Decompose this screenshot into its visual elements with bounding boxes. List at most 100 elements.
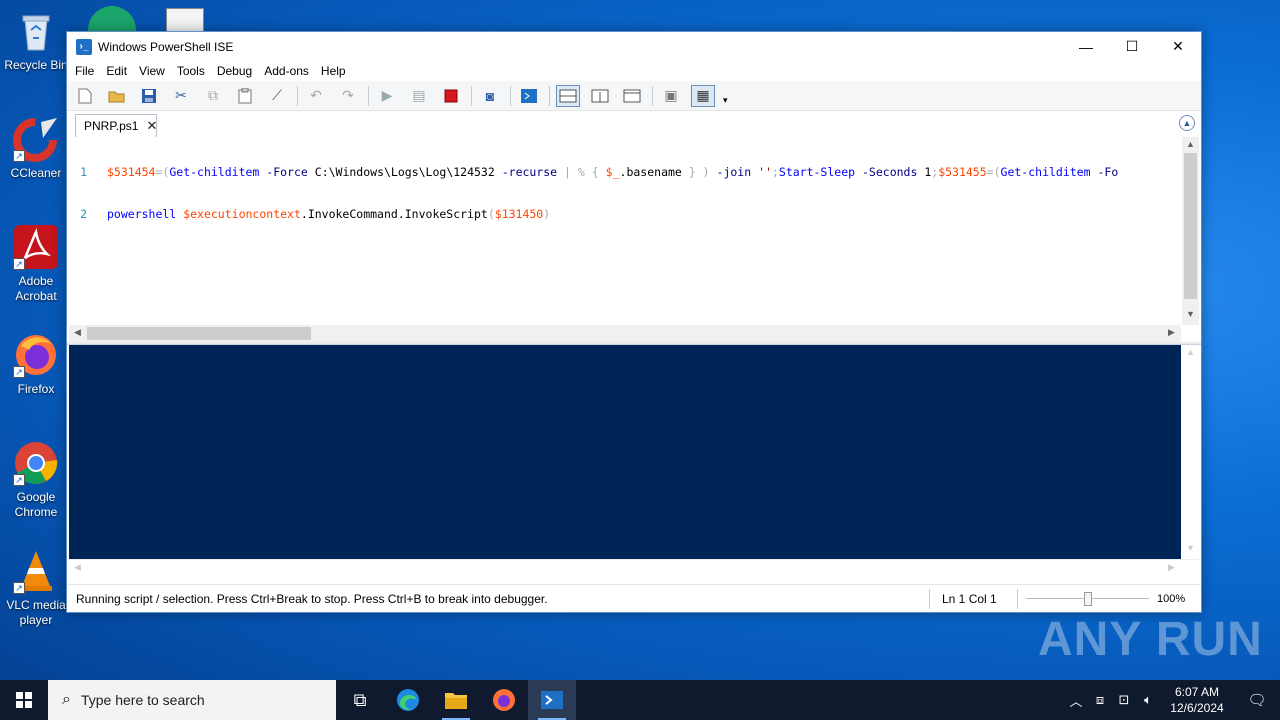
notification-icon[interactable]: 🗨︎ <box>1234 691 1280 709</box>
menu-bar: File Edit View Tools Debug Add-ons Help <box>67 61 1201 81</box>
clock-time: 6:07 AM <box>1174 685 1220 699</box>
desktop-icon-vlc[interactable]: ↗ VLC media player <box>0 548 72 628</box>
line-number: 1 <box>80 165 87 179</box>
menu-add-ons[interactable]: Add-ons <box>258 61 315 81</box>
collapse-script-pane-icon[interactable]: ▲ <box>1179 115 1195 131</box>
stop-icon[interactable] <box>439 85 463 107</box>
remote-icon[interactable]: ◙ <box>478 85 502 107</box>
chrome-icon: ↗ <box>13 440 59 486</box>
status-message: Running script / selection. Press Ctrl+B… <box>76 591 548 606</box>
menu-debug[interactable]: Debug <box>211 61 258 81</box>
desktop-icon-firefox[interactable]: ↗ Firefox <box>0 332 72 397</box>
desktop-icon-adobe-acrobat[interactable]: ↗ Adobe Acrobat <box>0 224 72 304</box>
title-bar[interactable]: ›_ Windows PowerShell ISE ― ☐ ✕ <box>67 32 1201 61</box>
console-vertical-scrollbar[interactable]: ▲ ▼ <box>1182 345 1199 559</box>
edge-icon[interactable] <box>384 680 432 720</box>
task-view-icon[interactable]: ⧉ <box>336 680 384 720</box>
search-placeholder: Type here to search <box>80 692 205 708</box>
recycle-bin-icon <box>13 8 59 54</box>
tab-close-icon[interactable]: ✕ <box>146 118 157 134</box>
powershell-ise-icon: ›_ <box>76 38 92 55</box>
desktop-icon-google-chrome[interactable]: ↗ Google Chrome <box>0 440 72 520</box>
desktop-icon-recycle-bin[interactable]: Recycle Bin <box>0 8 72 73</box>
scrollbar-thumb[interactable] <box>87 327 311 340</box>
firefox-taskbar-icon[interactable] <box>480 680 528 720</box>
scroll-down-icon[interactable]: ▼ <box>1182 309 1199 319</box>
zoom-level: 100% <box>1157 592 1186 605</box>
shortcut-arrow-icon: ↗ <box>13 258 25 270</box>
editor-vertical-scrollbar[interactable]: ▲ ▼ <box>1182 137 1199 325</box>
new-icon[interactable] <box>73 85 97 107</box>
powershell-ise-taskbar-icon[interactable] <box>528 680 576 720</box>
editor-horizontal-scrollbar[interactable]: ◀ ▶ <box>69 325 1181 342</box>
zoom-slider[interactable] <box>1017 588 1157 609</box>
menu-file[interactable]: File <box>69 61 100 81</box>
scroll-left-icon[interactable]: ◀ <box>69 562 86 573</box>
tab-label: PNRP.ps1 <box>84 119 139 133</box>
scroll-down-icon[interactable]: ▼ <box>1182 543 1199 553</box>
desktop-icon-label: Firefox <box>17 382 55 396</box>
clear-icon[interactable]: ⟋ <box>265 85 289 107</box>
tab-pnrp-ps1[interactable]: PNRP.ps1 ✕ <box>75 114 157 137</box>
clock[interactable]: 6:07 AM 12/6/2024 <box>1160 684 1234 716</box>
commands-icon[interactable]: ▦ <box>691 84 715 107</box>
scroll-right-icon[interactable]: ▶ <box>1163 562 1180 573</box>
toolbar-separator <box>471 85 472 106</box>
shortcut-arrow-icon: ↗ <box>13 150 25 162</box>
taskbar: ⌕ Type here to search ⧉ ︿ ⧈ ⊡ 🔈︎ 6:07 AM… <box>0 680 1280 720</box>
menu-view[interactable]: View <box>133 61 171 81</box>
layout-top-icon[interactable] <box>556 84 580 107</box>
file-explorer-icon[interactable] <box>432 680 480 720</box>
run-icon[interactable]: ▶ <box>375 85 399 107</box>
shortcut-arrow-icon: ↗ <box>13 474 25 486</box>
cut-icon[interactable]: ✂ <box>169 85 193 107</box>
edge-desktop-icon[interactable] <box>88 6 136 32</box>
maximize-button[interactable]: ☐ <box>1109 32 1155 61</box>
shortcut-arrow-icon: ↗ <box>13 582 25 594</box>
scroll-left-icon[interactable]: ◀ <box>69 327 86 338</box>
desktop-icon-ccleaner[interactable]: ↗ CCleaner <box>0 116 72 181</box>
menu-tools[interactable]: Tools <box>171 61 211 81</box>
volume-icon[interactable]: 🔈︎ <box>1136 692 1160 708</box>
layout-right-icon[interactable] <box>588 85 612 107</box>
open-icon[interactable] <box>105 85 129 107</box>
chevron-up-icon[interactable]: ︿ <box>1064 691 1088 710</box>
menu-edit[interactable]: Edit <box>100 61 133 81</box>
network-icon[interactable]: ⊡ <box>1112 692 1136 708</box>
close-button[interactable]: ✕ <box>1155 32 1201 61</box>
code-text: $531454=(Get-childitem -Force C:\Windows… <box>107 165 1119 179</box>
snippets-icon[interactable]: ▣ <box>659 85 683 107</box>
toolbar-separator <box>510 85 511 106</box>
paste-icon[interactable] <box>233 85 257 107</box>
tab-strip: PNRP.ps1 ✕ ▲ <box>67 112 1201 137</box>
meet-now-icon[interactable]: ⧈ <box>1088 692 1112 708</box>
zoom-slider-knob[interactable] <box>1083 591 1092 606</box>
clock-date: 12/6/2024 <box>1170 701 1224 715</box>
console-pane[interactable] <box>69 345 1181 559</box>
document-desktop-icon[interactable] <box>166 8 204 32</box>
console-horizontal-scrollbar[interactable]: ◀ ▶ <box>69 559 1199 576</box>
toolbar-overflow-icon[interactable]: ▾ <box>723 95 728 106</box>
menu-help[interactable]: Help <box>315 61 352 81</box>
code-line: 2 powershell $executioncontext.InvokeCom… <box>69 207 1181 221</box>
taskbar-search-box[interactable]: ⌕ Type here to search <box>48 680 336 720</box>
layout-max-icon[interactable] <box>620 85 644 107</box>
copy-icon[interactable]: ⧉ <box>201 85 225 107</box>
scroll-up-icon[interactable]: ▲ <box>1182 347 1199 357</box>
save-icon[interactable] <box>137 85 161 107</box>
toolbar-separator <box>368 85 369 106</box>
scrollbar-thumb[interactable] <box>1184 153 1197 299</box>
powershell-icon[interactable] <box>517 85 541 107</box>
undo-icon[interactable]: ↶ <box>304 85 328 107</box>
scroll-up-icon[interactable]: ▲ <box>1182 139 1199 149</box>
toolbar: ✂ ⧉ ⟋ ↶ ↷ ▶ ▤ ◙ ▣ ▦ ▾ <box>67 81 1201 111</box>
minimize-button[interactable]: ― <box>1063 32 1109 61</box>
code-editor[interactable]: 1 $531454=(Get-childitem -Force C:\Windo… <box>69 137 1181 325</box>
script-pane: PNRP.ps1 ✕ ▲ 1 $531454=(Get-childitem -F… <box>67 112 1201 342</box>
run-selection-icon[interactable]: ▤ <box>407 85 431 107</box>
desktop-icon-label: CCleaner <box>10 166 62 180</box>
scroll-right-icon[interactable]: ▶ <box>1163 327 1180 338</box>
redo-icon[interactable]: ↷ <box>336 85 360 107</box>
start-button[interactable] <box>0 680 48 720</box>
desktop-icon-label: Adobe Acrobat <box>15 274 57 303</box>
